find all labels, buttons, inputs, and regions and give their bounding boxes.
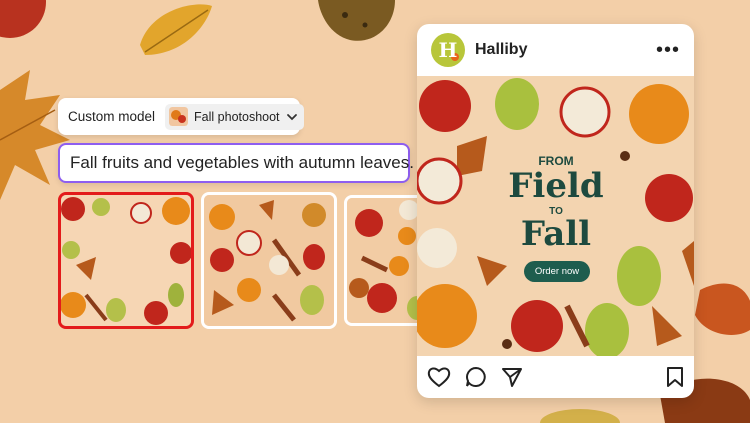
custom-model-label: Custom model [68,109,156,124]
comment-icon[interactable] [465,366,487,388]
post-header: H Halliby ••• [417,24,694,76]
send-icon[interactable] [501,366,523,388]
order-now-button[interactable]: Order now [524,261,590,282]
model-dropdown[interactable]: Fall photoshoot [165,103,304,130]
bookmark-icon[interactable] [666,366,684,388]
brand-avatar[interactable]: H [431,33,465,67]
generated-image-1-art [61,195,191,326]
ad-fall: Fall [520,214,592,254]
heart-icon[interactable] [427,366,451,388]
generated-image-1[interactable] [58,192,194,329]
post-username[interactable]: Halliby [475,41,646,59]
post-actions-bar [417,356,694,398]
custom-model-bar: Custom model Fall photoshoot [58,98,304,135]
avatar-letter: H [439,38,458,62]
social-post-card: H Halliby ••• FROM Field TO Fall Order n… [417,24,694,398]
generated-image-2[interactable] [201,192,337,329]
selected-model-label: Fall photoshoot [194,109,280,124]
model-thumbnail [169,107,189,126]
generated-image-2-art [204,195,334,326]
prompt-input[interactable]: Fall fruits and vegetables with autumn l… [58,143,414,183]
chevron-down-icon [286,113,297,120]
more-horizontal-icon[interactable]: ••• [656,40,680,60]
ad-field: Field [508,166,604,206]
post-ad-image: FROM Field TO Fall Order now [417,76,694,356]
